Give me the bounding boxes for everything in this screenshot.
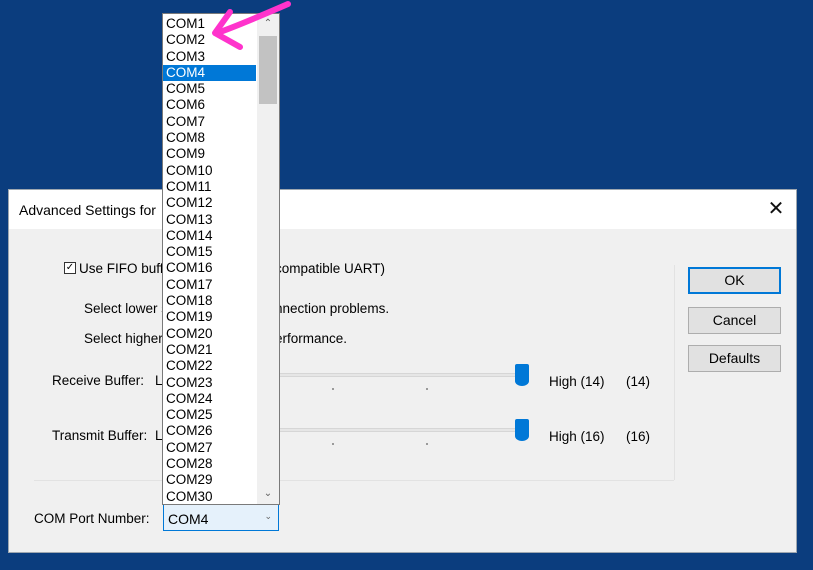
dropdown-item[interactable]: COM10 <box>163 163 256 179</box>
transmit-buffer-label: Transmit Buffer: <box>52 428 148 443</box>
dropdown-item[interactable]: COM18 <box>163 293 256 309</box>
dropdown-item[interactable]: COM26 <box>163 423 256 439</box>
dropdown-item[interactable]: COM17 <box>163 277 256 293</box>
dropdown-item[interactable]: COM9 <box>163 146 256 162</box>
dropdown-item[interactable]: COM16 <box>163 260 256 276</box>
dropdown-item[interactable]: COM7 <box>163 114 256 130</box>
com-port-select[interactable]: COM4 ⌄ <box>163 504 279 531</box>
group-frame-right <box>674 265 675 480</box>
chevron-down-icon[interactable]: ⌄ <box>264 511 272 522</box>
dropdown-item[interactable]: COM25 <box>163 407 256 423</box>
receive-buffer-label: Receive Buffer: <box>52 373 145 388</box>
dropdown-item[interactable]: COM21 <box>163 342 256 358</box>
dialog-title: Advanced Settings for <box>19 202 156 218</box>
dropdown-item[interactable]: COM6 <box>163 97 256 113</box>
dropdown-item[interactable]: COM24 <box>163 391 256 407</box>
dropdown-item[interactable]: COM11 <box>163 179 256 195</box>
transmit-buffer-slider-thumb[interactable] <box>515 419 529 441</box>
title-bar: Advanced Settings for ✕ <box>9 190 796 229</box>
com-port-label: COM Port Number: <box>34 511 150 526</box>
com-port-dropdown-list[interactable]: COM1 COM2 COM3 COM4 COM5 COM6 COM7 COM8 COM9 COM1… <box>162 13 280 505</box>
dropdown-scrollbar[interactable]: ⌃ ⌄ <box>257 14 279 504</box>
receive-slider-tick <box>426 388 428 390</box>
dropdown-item[interactable]: COM13 <box>163 212 256 228</box>
receive-buffer-slider-thumb[interactable] <box>515 364 529 386</box>
dropdown-item[interactable]: COM8 <box>163 130 256 146</box>
advanced-settings-dialog: Advanced Settings for ✕ ✓ Use FIFO buff … <box>8 189 797 553</box>
com-port-select-value: COM4 <box>168 511 209 527</box>
dropdown-item[interactable]: COM29 <box>163 472 256 488</box>
fifo-checkbox-label[interactable]: Use FIFO buff <box>79 261 164 276</box>
defaults-button[interactable]: Defaults <box>688 345 781 372</box>
dropdown-item[interactable]: COM23 <box>163 375 256 391</box>
ok-button[interactable]: OK <box>688 267 781 294</box>
dropdown-item[interactable]: COM19 <box>163 309 256 325</box>
annotation-arrow-icon <box>212 1 291 50</box>
fifo-checkbox-label-tail: compatible UART) <box>275 261 386 276</box>
dropdown-items: COM1 COM2 COM3 COM4 COM5 COM6 COM7 COM8 COM9 COM1… <box>163 16 256 504</box>
hint-higher-text-tail: erformance. <box>275 331 348 346</box>
receive-buffer-value: (14) <box>626 374 651 389</box>
dropdown-item[interactable]: COM15 <box>163 244 256 260</box>
dropdown-item[interactable]: COM22 <box>163 358 256 374</box>
dropdown-item[interactable]: COM5 <box>163 81 256 97</box>
transmit-buffer-value: (16) <box>626 429 651 444</box>
transmit-buffer-high-text: High (16) <box>549 429 605 444</box>
close-icon[interactable]: ✕ <box>766 199 786 219</box>
dropdown-item[interactable]: COM30 <box>163 489 256 504</box>
transmit-slider-tick <box>332 443 334 445</box>
dropdown-item[interactable]: COM4 <box>163 64 256 82</box>
scroll-down-icon[interactable]: ⌄ <box>257 484 279 504</box>
hint-lower-text: Select lower s <box>84 301 169 316</box>
fifo-checkbox[interactable]: ✓ <box>64 262 76 274</box>
receive-buffer-high-text: High (14) <box>549 374 605 389</box>
dropdown-item[interactable]: COM12 <box>163 195 256 211</box>
receive-slider-tick <box>332 388 334 390</box>
dropdown-item[interactable]: COM20 <box>163 326 256 342</box>
hint-higher-text: Select higher <box>84 331 163 346</box>
dropdown-item[interactable]: COM28 <box>163 456 256 472</box>
cancel-button[interactable]: Cancel <box>688 307 781 334</box>
hint-lower-text-tail: nnection problems. <box>275 301 390 316</box>
transmit-slider-tick <box>426 443 428 445</box>
dropdown-item[interactable]: COM14 <box>163 228 256 244</box>
dropdown-item[interactable]: COM27 <box>163 440 256 456</box>
group-divider <box>34 480 674 481</box>
